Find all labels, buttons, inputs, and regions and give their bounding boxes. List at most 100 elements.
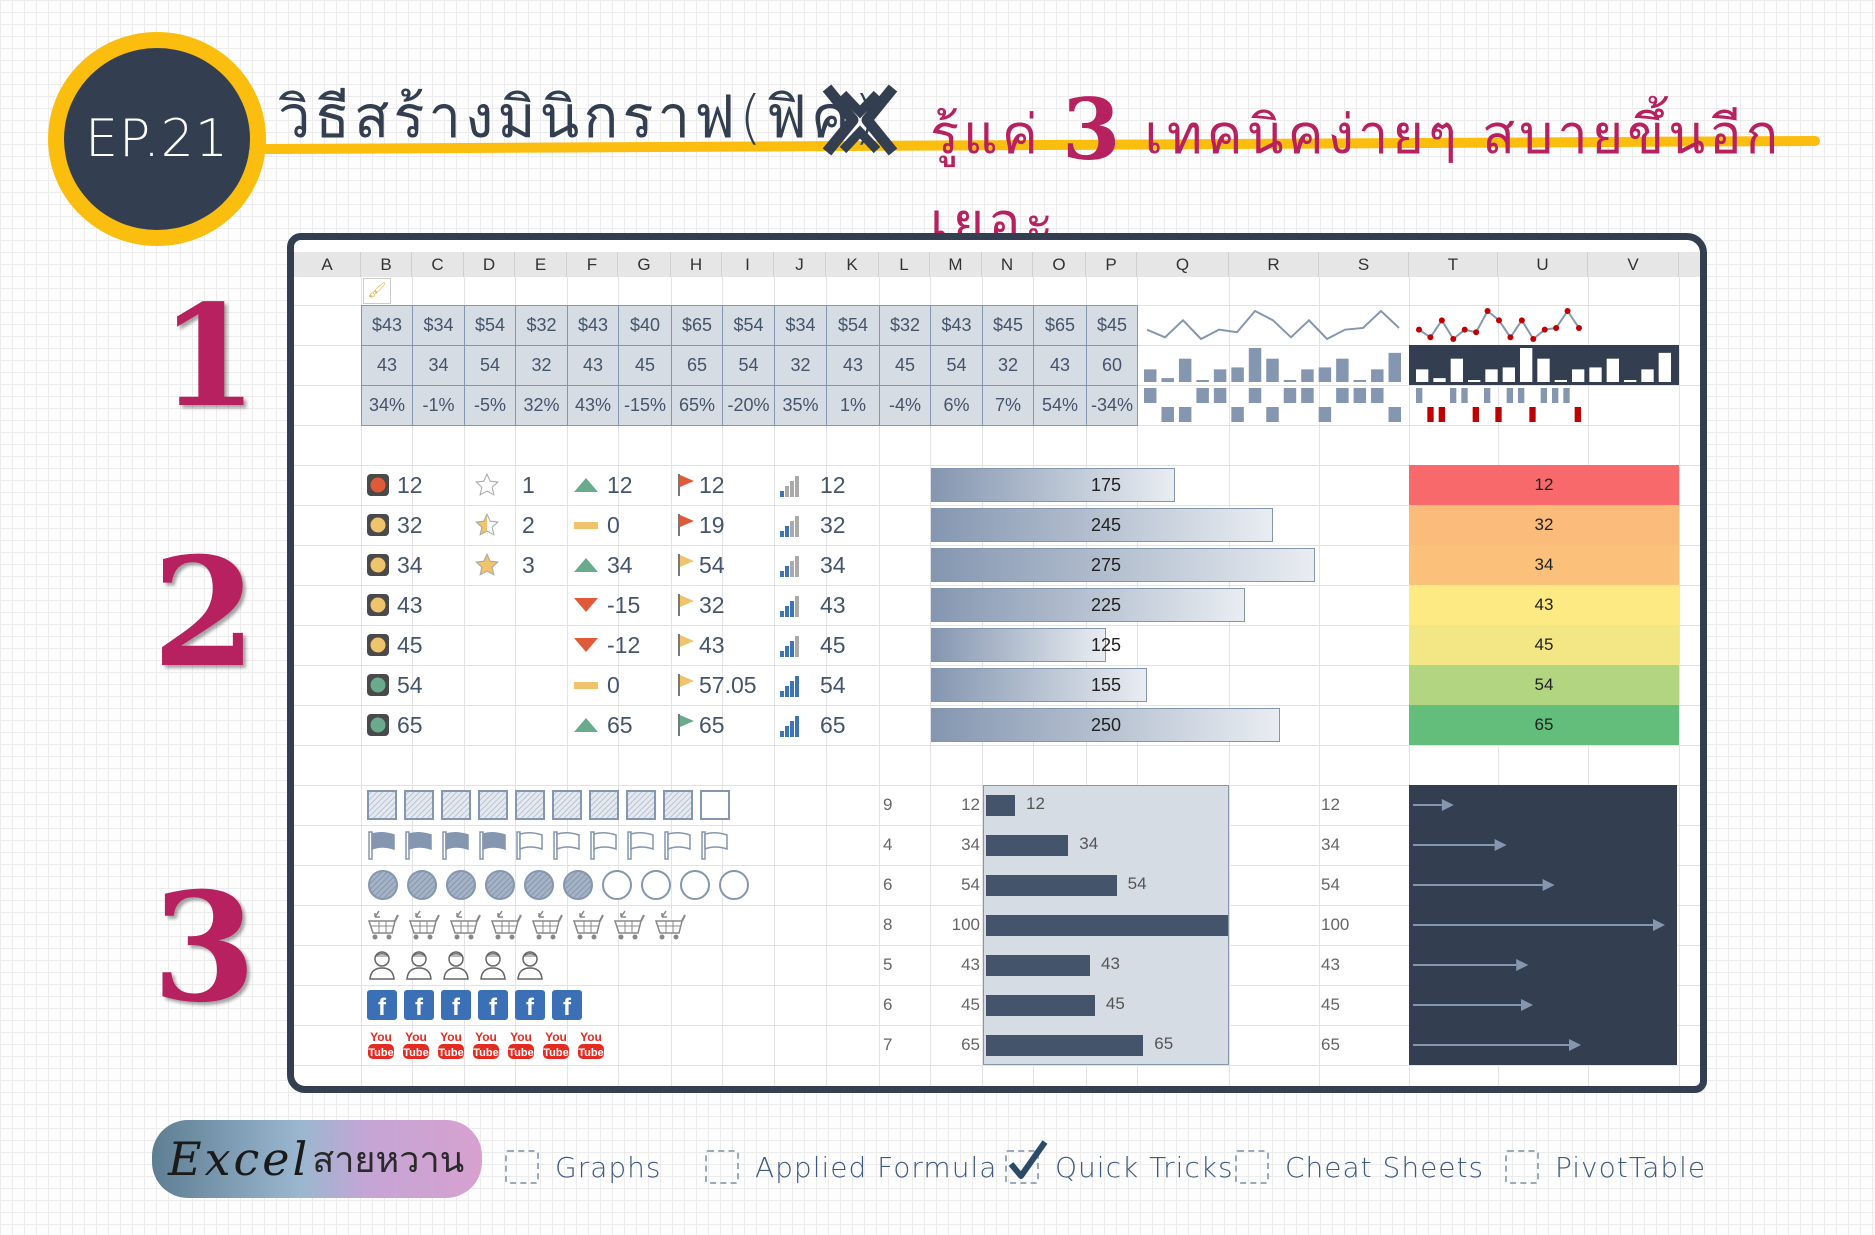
- star-rating-cell[interactable]: 1: [474, 465, 535, 505]
- trend-cell[interactable]: 12: [573, 465, 633, 505]
- count-cell[interactable]: 7: [883, 1025, 913, 1065]
- table-cell[interactable]: 34%: [361, 385, 413, 426]
- table-cell[interactable]: -34%: [1086, 385, 1138, 426]
- trend-cell[interactable]: -12: [573, 625, 640, 665]
- star-rating-cell[interactable]: 2: [474, 505, 535, 545]
- table-cell[interactable]: $45: [1086, 305, 1138, 346]
- winloss-sparkline[interactable]: [1137, 385, 1409, 425]
- arrow-value-cell[interactable]: 34: [1321, 825, 1381, 865]
- table-cell[interactable]: 45: [618, 345, 672, 386]
- table-cell[interactable]: 32: [774, 345, 827, 386]
- signal-cell[interactable]: 65: [780, 705, 846, 745]
- checkbox-icon[interactable]: [1505, 1150, 1539, 1184]
- table-cell[interactable]: 6%: [930, 385, 983, 426]
- table-cell[interactable]: 54: [722, 345, 775, 386]
- in-cell-bar[interactable]: [986, 795, 1016, 816]
- arrow-bar[interactable]: [1413, 958, 1536, 972]
- arrow-bar[interactable]: [1413, 878, 1563, 892]
- traffic-light-cell[interactable]: 12: [367, 465, 423, 505]
- table-cell[interactable]: -1%: [412, 385, 465, 426]
- table-cell[interactable]: 65: [671, 345, 723, 386]
- flag-cell[interactable]: 54: [677, 545, 725, 585]
- color-scale-cell[interactable]: 12: [1409, 465, 1679, 505]
- arrow-bar[interactable]: [1413, 918, 1673, 932]
- color-scale-cell[interactable]: 32: [1409, 505, 1679, 545]
- checkbox-icon[interactable]: [705, 1150, 739, 1184]
- traffic-light-cell[interactable]: 32: [367, 505, 423, 545]
- pictograph-row-flag[interactable]: [367, 827, 730, 863]
- column-sparkline-dark[interactable]: [1409, 345, 1679, 385]
- arrow-bar[interactable]: [1413, 998, 1541, 1012]
- pictograph-row-cart[interactable]: [367, 907, 688, 943]
- table-cell[interactable]: $43: [361, 305, 413, 346]
- table-cell[interactable]: $54: [464, 305, 516, 346]
- column-header-n[interactable]: N: [982, 252, 1033, 277]
- table-cell[interactable]: $54: [722, 305, 775, 346]
- table-cell[interactable]: 32: [515, 345, 568, 386]
- in-cell-bar[interactable]: [986, 995, 1095, 1016]
- table-cell[interactable]: 35%: [774, 385, 827, 426]
- count-cell[interactable]: 9: [883, 785, 913, 825]
- checkbox-icon[interactable]: [1235, 1150, 1269, 1184]
- table-cell[interactable]: -4%: [879, 385, 931, 426]
- in-cell-bar[interactable]: [986, 835, 1069, 856]
- table-cell[interactable]: 43: [826, 345, 880, 386]
- table-cell[interactable]: $65: [1033, 305, 1087, 346]
- table-cell[interactable]: 54: [930, 345, 983, 386]
- in-cell-bar[interactable]: [986, 915, 1228, 936]
- trend-cell[interactable]: 65: [573, 705, 633, 745]
- table-cell[interactable]: -20%: [722, 385, 775, 426]
- table-cell[interactable]: 65%: [671, 385, 723, 426]
- trend-cell[interactable]: 0: [573, 505, 620, 545]
- signal-cell[interactable]: 34: [780, 545, 846, 585]
- category-quick-tricks[interactable]: Quick Tricks: [1005, 1140, 1234, 1184]
- table-cell[interactable]: $32: [879, 305, 931, 346]
- color-scale-cell[interactable]: 54: [1409, 665, 1679, 705]
- table-cell[interactable]: $45: [982, 305, 1034, 346]
- arrow-value-cell[interactable]: 12: [1321, 785, 1381, 825]
- column-header-s[interactable]: S: [1319, 252, 1409, 277]
- column-header-k[interactable]: K: [826, 252, 879, 277]
- arrow-bar[interactable]: [1413, 838, 1515, 852]
- pictograph-row-person[interactable]: [367, 947, 545, 983]
- flag-cell[interactable]: 57.05: [677, 665, 757, 705]
- table-cell[interactable]: 54%: [1033, 385, 1087, 426]
- count-cell[interactable]: 6: [883, 985, 913, 1025]
- column-header-g[interactable]: G: [618, 252, 671, 277]
- column-header-l[interactable]: L: [879, 252, 930, 277]
- flag-cell[interactable]: 19: [677, 505, 725, 545]
- category-applied-formula[interactable]: Applied Formula: [705, 1150, 997, 1184]
- pictograph-row-square[interactable]: [367, 787, 730, 823]
- table-cell[interactable]: $65: [671, 305, 723, 346]
- table-cell[interactable]: 1%: [826, 385, 880, 426]
- arrow-value-cell[interactable]: 65: [1321, 1025, 1381, 1065]
- bar-value-cell[interactable]: 45: [930, 985, 980, 1025]
- bar-value-cell[interactable]: 43: [930, 945, 980, 985]
- column-header-p[interactable]: P: [1086, 252, 1137, 277]
- data-bar[interactable]: [931, 588, 1246, 622]
- column-header-r[interactable]: R: [1229, 252, 1319, 277]
- flag-cell[interactable]: 65: [677, 705, 725, 745]
- column-header-o[interactable]: O: [1033, 252, 1086, 277]
- traffic-light-cell[interactable]: 54: [367, 665, 423, 705]
- bar-value-cell[interactable]: 12: [930, 785, 980, 825]
- signal-cell[interactable]: 43: [780, 585, 846, 625]
- data-bar[interactable]: [931, 548, 1315, 582]
- bar-value-cell[interactable]: 34: [930, 825, 980, 865]
- table-cell[interactable]: 43: [361, 345, 413, 386]
- column-header-u[interactable]: U: [1498, 252, 1588, 277]
- table-cell[interactable]: $34: [412, 305, 465, 346]
- signal-cell[interactable]: 54: [780, 665, 846, 705]
- column-header-h[interactable]: H: [671, 252, 722, 277]
- table-cell[interactable]: 45: [879, 345, 931, 386]
- trend-cell[interactable]: 34: [573, 545, 633, 585]
- column-header-t[interactable]: T: [1409, 252, 1498, 277]
- column-header-i[interactable]: I: [722, 252, 774, 277]
- arrow-value-cell[interactable]: 54: [1321, 865, 1381, 905]
- column-header-f[interactable]: F: [567, 252, 618, 277]
- color-scale-cell[interactable]: 65: [1409, 705, 1679, 745]
- table-cell[interactable]: $32: [515, 305, 568, 346]
- line-sparkline[interactable]: [1137, 305, 1409, 345]
- column-sparkline[interactable]: [1137, 345, 1409, 385]
- count-cell[interactable]: 5: [883, 945, 913, 985]
